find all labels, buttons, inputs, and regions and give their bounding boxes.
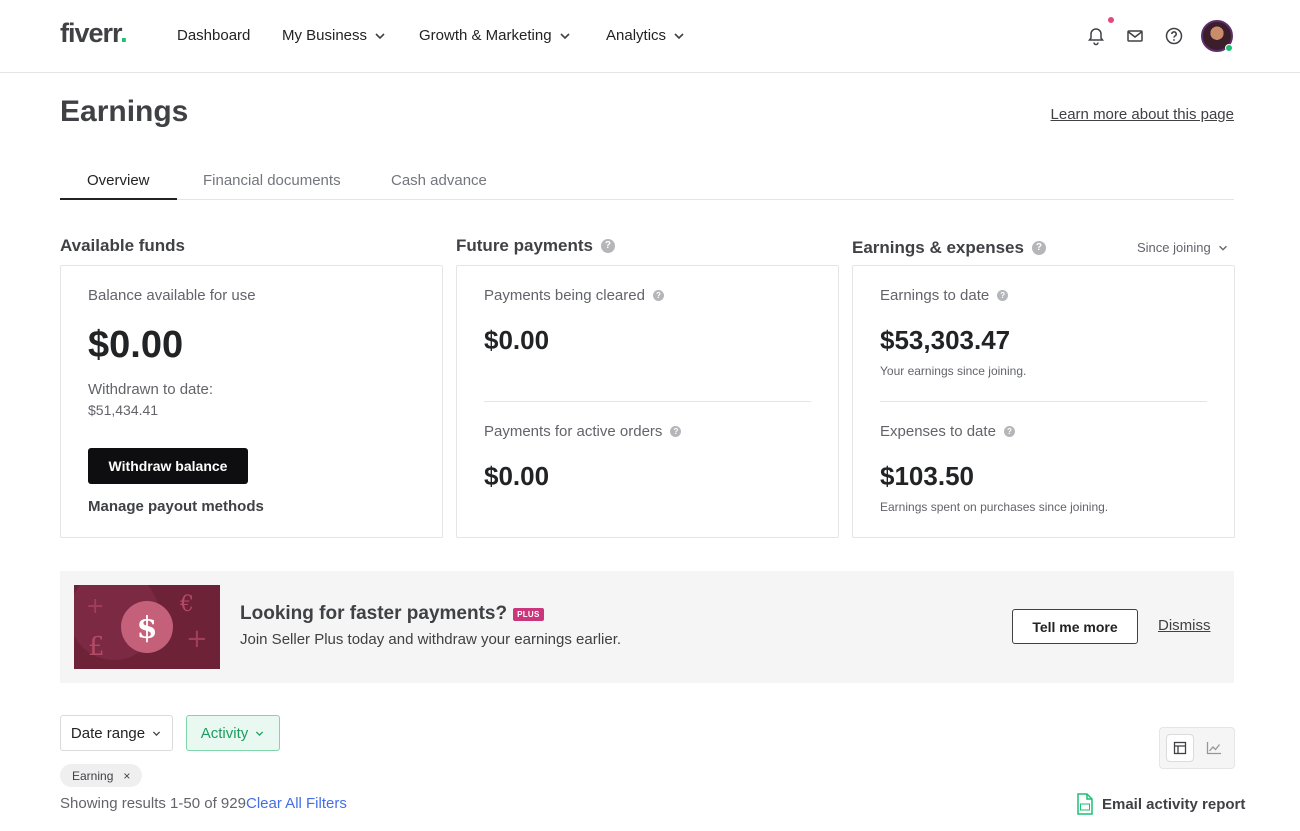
help-icon[interactable]: ? <box>1003 426 1015 437</box>
payments-cleared-label: Payments being cleared ? <box>484 287 664 304</box>
earnings-expenses-title: Earnings & expenses ? <box>852 238 1046 258</box>
help-icon[interactable]: ? <box>1031 241 1046 255</box>
currency-graphic: $ £ € + + <box>74 585 220 669</box>
promo-title: Looking for faster payments? PLUS <box>240 603 544 625</box>
future-payments-title: Future payments ? <box>456 236 615 256</box>
earnings-to-date-amount: $53,303.47 <box>880 325 1011 355</box>
date-range-label: Date range <box>70 724 146 742</box>
close-icon[interactable]: × <box>123 769 130 783</box>
balance-label: Balance available for use <box>88 287 256 304</box>
withdraw-balance-button[interactable]: Withdraw balance <box>88 448 248 484</box>
expenses-to-date-label: Expenses to date ? <box>880 423 1015 440</box>
line-chart-icon <box>1206 742 1221 755</box>
learn-more-link[interactable]: Learn more about this page <box>1051 106 1234 123</box>
help-icon[interactable]: ? <box>600 239 615 253</box>
divider <box>880 401 1207 402</box>
plus-badge: PLUS <box>513 607 544 621</box>
tab-bar: Overview Financial documents Cash advanc… <box>60 163 1234 200</box>
email-activity-report-button[interactable]: Email activity report <box>1076 793 1245 815</box>
active-tab-indicator <box>60 198 177 200</box>
help-icon[interactable]: ? <box>652 290 664 301</box>
results-count: Showing results 1-50 of 929 <box>60 795 246 812</box>
withdrawn-label: Withdrawn to date: <box>88 381 214 398</box>
nav-my-business-label: My Business <box>282 27 368 44</box>
withdrawn-value: $51,434.41 <box>88 402 159 418</box>
payments-active-amount: $0.00 <box>484 461 550 491</box>
payments-active-label: Payments for active orders ? <box>484 423 682 440</box>
nav-dashboard[interactable]: Dashboard <box>177 27 250 44</box>
nav-analytics-label: Analytics <box>606 27 667 44</box>
help-icon[interactable] <box>1164 26 1184 46</box>
clear-all-filters-link[interactable]: Clear All Filters <box>246 795 347 812</box>
nav-analytics[interactable]: Analytics <box>606 27 686 44</box>
active-filter-chip: Earning × <box>60 764 143 787</box>
expenses-subtext: Earnings spent on purchases since joinin… <box>880 500 1109 514</box>
chevron-down-icon <box>375 32 385 39</box>
csv-file-icon <box>1077 793 1093 815</box>
future-payments-card: Payments being cleared ? $0.00 Payments … <box>456 265 839 538</box>
period-dropdown[interactable]: Since joining <box>1137 240 1229 255</box>
chip-label: Earning <box>72 768 114 783</box>
earnings-to-date-label: Earnings to date ? <box>880 287 1009 304</box>
currency-illustration: $ £ € + + <box>74 585 220 669</box>
online-status-dot <box>1225 44 1233 52</box>
expenses-to-date-amount: $103.50 <box>880 461 974 491</box>
help-icon[interactable]: ? <box>997 290 1009 301</box>
chart-view-button[interactable] <box>1200 734 1228 762</box>
top-navigation-bar: fiverr. Dashboard My Business Growth & M… <box>0 0 1300 73</box>
nav-growth-marketing-label: Growth & Marketing <box>419 27 552 44</box>
available-funds-card: Balance available for use $0.00 Withdraw… <box>60 265 443 538</box>
activity-label: Activity <box>200 724 249 742</box>
manage-payout-methods-link[interactable]: Manage payout methods <box>88 498 264 515</box>
dismiss-link[interactable]: Dismiss <box>1158 617 1211 634</box>
earnings-expenses-card: Earnings to date ? $53,303.47 Your earni… <box>852 265 1235 538</box>
payments-cleared-amount: $0.00 <box>484 325 550 355</box>
available-funds-title: Available funds <box>60 236 186 255</box>
seller-plus-promo-banner: $ £ € + + Looking for faster payments? P… <box>60 571 1234 683</box>
earnings-subtext: Your earnings since joining. <box>880 364 1027 378</box>
nav-growth-marketing[interactable]: Growth & Marketing <box>419 27 572 44</box>
tab-overview[interactable]: Overview <box>87 172 150 189</box>
fiverr-logo[interactable]: fiverr. <box>60 18 128 49</box>
chevron-down-icon <box>256 730 264 736</box>
tab-financial-documents[interactable]: Financial documents <box>203 172 341 189</box>
period-dropdown-label: Since joining <box>1137 240 1211 255</box>
promo-subtitle: Join Seller Plus today and withdraw your… <box>240 631 622 648</box>
plus-symbol: + <box>86 594 104 619</box>
bell-icon[interactable] <box>1086 26 1106 46</box>
notification-dot <box>1108 17 1114 23</box>
table-icon <box>1173 741 1187 755</box>
page-title: Earnings <box>60 95 189 128</box>
tab-cash-advance[interactable]: Cash advance <box>391 172 487 189</box>
chevron-down-icon <box>153 730 161 736</box>
euro-symbol: € <box>179 592 194 617</box>
balance-amount: $0.00 <box>88 324 184 366</box>
withdrawn-to-date: Withdrawn to date: $51,434.41 <box>88 380 213 420</box>
view-toggle <box>1159 727 1235 769</box>
table-view-button[interactable] <box>1166 734 1194 762</box>
date-range-filter[interactable]: Date range <box>60 715 173 751</box>
help-icon[interactable]: ? <box>670 426 682 437</box>
nav-my-business[interactable]: My Business <box>282 27 387 44</box>
chevron-down-icon <box>559 32 570 39</box>
envelope-icon[interactable] <box>1125 26 1145 46</box>
divider <box>484 401 811 402</box>
tell-me-more-button[interactable]: Tell me more <box>1012 609 1138 644</box>
chevron-down-icon <box>674 32 684 39</box>
nav-dashboard-label: Dashboard <box>177 27 251 44</box>
dollar-symbol: $ <box>137 611 158 646</box>
activity-filter[interactable]: Activity <box>186 715 280 751</box>
plus-symbol: + <box>186 624 208 654</box>
email-activity-report-label: Email activity report <box>1102 795 1246 813</box>
pound-symbol: £ <box>88 632 105 662</box>
chevron-down-icon <box>1218 245 1227 251</box>
